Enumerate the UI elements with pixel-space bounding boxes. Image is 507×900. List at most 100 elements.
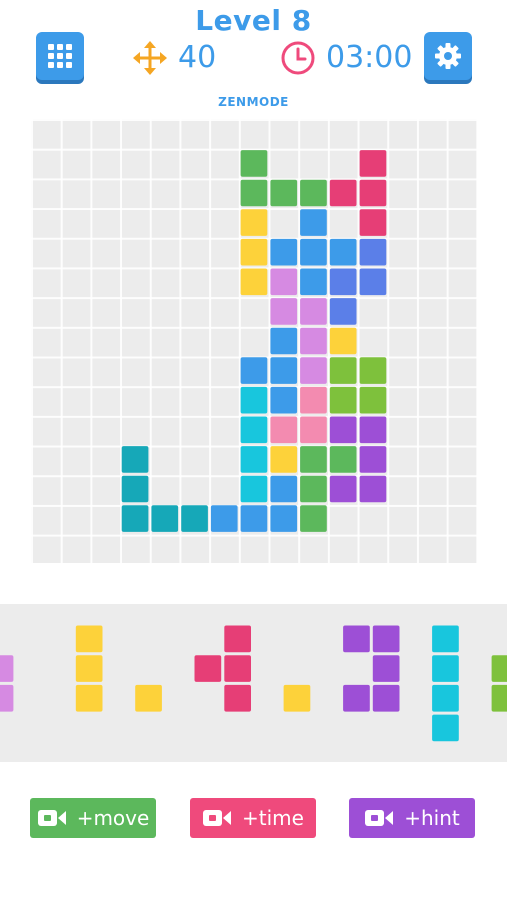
add-time-button[interactable]: +time [190, 798, 316, 838]
board-block[interactable] [329, 386, 357, 414]
board-block[interactable] [240, 150, 268, 177]
tray-block[interactable] [432, 625, 459, 653]
board-block[interactable] [359, 209, 387, 236]
tray-block[interactable] [224, 625, 251, 653]
tray-block[interactable] [491, 655, 507, 682]
tray-block[interactable] [372, 625, 400, 653]
tray-block[interactable] [432, 714, 459, 742]
tray-block[interactable] [224, 655, 251, 682]
board-block[interactable] [240, 179, 268, 207]
board-block[interactable] [270, 179, 298, 207]
board-block[interactable] [270, 446, 298, 473]
board-block[interactable] [359, 475, 387, 503]
board-block[interactable] [359, 150, 387, 177]
board-block[interactable] [121, 446, 149, 473]
board-block[interactable] [270, 386, 298, 414]
board-block[interactable] [359, 268, 387, 296]
board-block[interactable] [329, 357, 357, 384]
tray-block[interactable] [432, 655, 459, 682]
board-block[interactable] [240, 238, 268, 266]
board-block[interactable] [270, 327, 298, 355]
tray-piece[interactable] [135, 684, 162, 712]
board-block[interactable] [300, 446, 327, 473]
board-block[interactable] [359, 179, 387, 207]
board-block[interactable] [270, 505, 298, 532]
board-block[interactable] [240, 416, 268, 444]
piece-tray[interactable] [0, 604, 507, 762]
board-block[interactable] [270, 238, 298, 266]
tray-block[interactable] [372, 684, 400, 712]
board-block[interactable] [300, 179, 327, 207]
board-block[interactable] [240, 505, 268, 532]
board-block[interactable] [329, 416, 357, 444]
menu-button[interactable] [36, 32, 84, 80]
tray-block[interactable] [343, 684, 370, 712]
board-block[interactable] [270, 416, 298, 444]
board-block[interactable] [300, 505, 327, 532]
board-block[interactable] [300, 416, 327, 444]
tray-block[interactable] [372, 655, 400, 682]
tray-block[interactable] [283, 684, 311, 712]
board-block[interactable] [270, 475, 298, 503]
board-block[interactable] [300, 209, 327, 236]
board-block[interactable] [329, 327, 357, 355]
tray-block[interactable] [75, 655, 103, 682]
board-block[interactable] [359, 357, 387, 384]
board-block[interactable] [329, 298, 357, 325]
add-move-label: +move [76, 806, 150, 830]
settings-button[interactable] [424, 32, 472, 80]
tray-block[interactable] [0, 684, 14, 712]
tray-block[interactable] [75, 684, 103, 712]
board-block[interactable] [270, 298, 298, 325]
board-block[interactable] [210, 505, 238, 532]
board-block[interactable] [240, 446, 268, 473]
puzzle-board[interactable] [31, 119, 477, 563]
tray-block[interactable] [135, 684, 162, 712]
tray-piece[interactable] [283, 684, 311, 712]
tray-piece[interactable] [432, 625, 459, 742]
tray-piece[interactable] [194, 625, 252, 712]
tray-block[interactable] [194, 655, 222, 682]
board-block[interactable] [240, 386, 268, 414]
board-block[interactable] [240, 475, 268, 503]
board-block[interactable] [240, 357, 268, 384]
board-block[interactable] [300, 386, 327, 414]
board-block[interactable] [300, 475, 327, 503]
add-hint-button[interactable]: +hint [349, 798, 475, 838]
tray-piece[interactable] [0, 655, 14, 712]
board-block[interactable] [121, 505, 149, 532]
tray-piece[interactable] [75, 625, 103, 712]
board-block[interactable] [121, 475, 149, 503]
board-block[interactable] [300, 327, 327, 355]
board-block[interactable] [300, 268, 327, 296]
video-camera-icon [365, 810, 394, 826]
tray-block[interactable] [343, 625, 370, 653]
tray-block[interactable] [75, 625, 103, 653]
tray-block[interactable] [432, 684, 459, 712]
board-block[interactable] [240, 268, 268, 296]
tray-piece[interactable] [343, 625, 400, 712]
add-move-button[interactable]: +move [30, 798, 156, 838]
tray-piece[interactable] [491, 655, 507, 712]
board-block[interactable] [240, 209, 268, 236]
mode-label: ZENMODE [218, 95, 289, 109]
board-block[interactable] [300, 298, 327, 325]
board-block[interactable] [329, 238, 357, 266]
board-block[interactable] [270, 357, 298, 384]
board-block[interactable] [300, 357, 327, 384]
board-block[interactable] [329, 446, 357, 473]
board-block[interactable] [359, 446, 387, 473]
tray-block[interactable] [0, 655, 14, 682]
board-block[interactable] [151, 505, 179, 532]
board-block[interactable] [329, 268, 357, 296]
board-block[interactable] [359, 238, 387, 266]
tray-block[interactable] [224, 684, 251, 712]
board-block[interactable] [359, 386, 387, 414]
board-block[interactable] [359, 416, 387, 444]
board-block[interactable] [181, 505, 208, 532]
board-block[interactable] [270, 268, 298, 296]
tray-block[interactable] [491, 684, 507, 712]
board-block[interactable] [300, 238, 327, 266]
board-block[interactable] [329, 179, 357, 207]
board-block[interactable] [329, 475, 357, 503]
